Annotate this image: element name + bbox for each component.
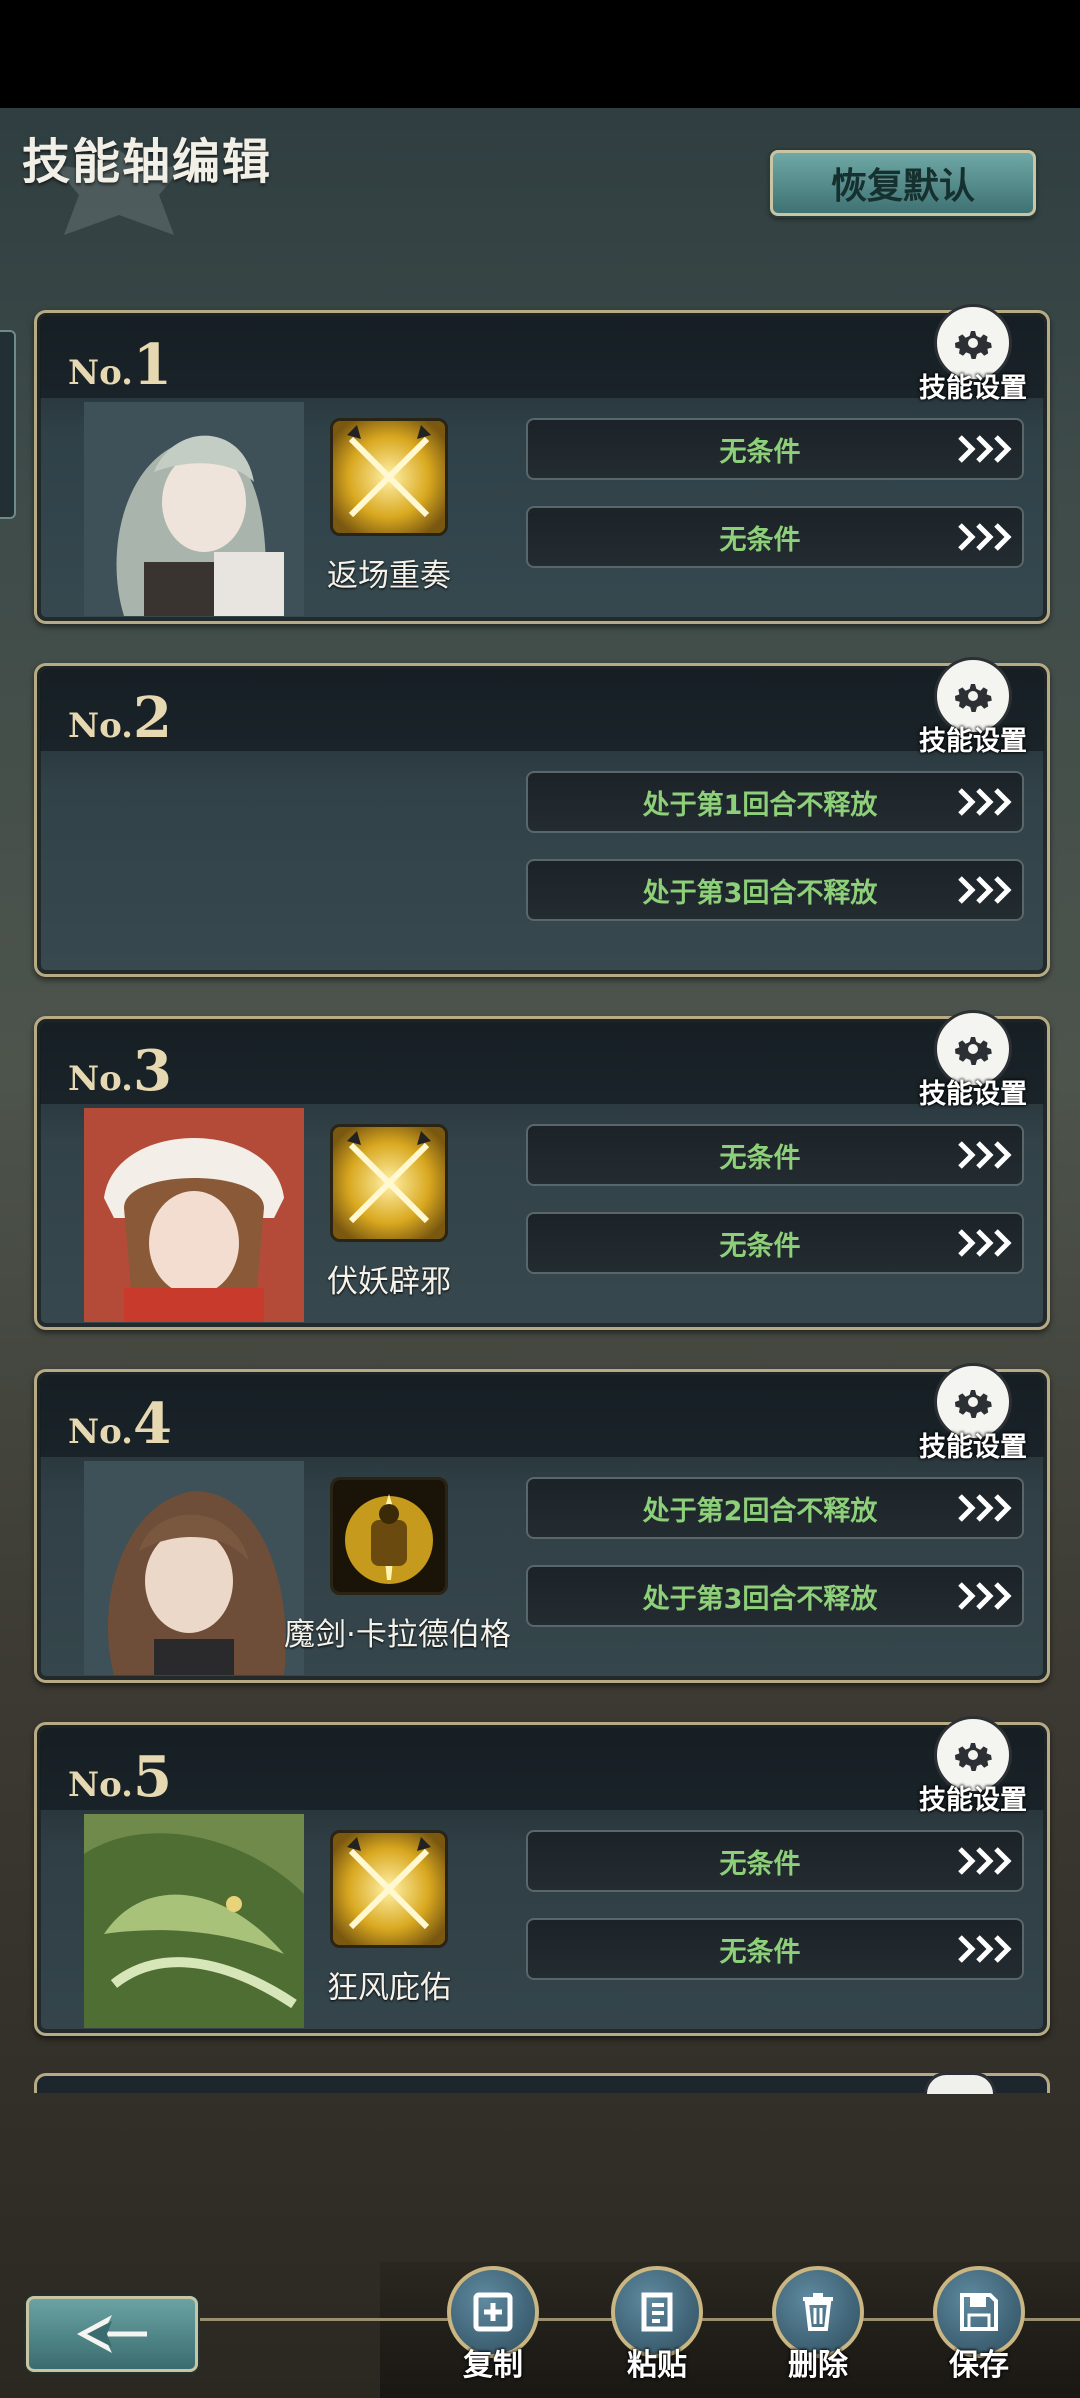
skill-icon[interactable] (330, 1477, 448, 1595)
gear-icon[interactable] (924, 2072, 996, 2094)
condition-slot-1[interactable]: 处于第2回合不释放 (526, 1477, 1024, 1539)
skill-card-4: No.4 技能设置 魔剑·卡拉德伯格 处于第2回合不释放 处于第3回合不释放 (34, 1363, 1050, 1683)
back-button[interactable] (26, 2296, 198, 2372)
condition-slot-1[interactable]: 无条件 (526, 1830, 1024, 1892)
skill-settings-button[interactable]: 技能设置 (918, 304, 1028, 404)
skill-settings-button[interactable]: 技能设置 (918, 1716, 1028, 1816)
skill-settings-button[interactable]: 技能设置 (918, 1363, 1028, 1463)
condition-slot-2[interactable]: 无条件 (526, 1212, 1024, 1274)
condition-slot-2[interactable]: 处于第3回合不释放 (526, 1565, 1024, 1627)
condition-slot-2[interactable]: 无条件 (526, 1918, 1024, 1980)
page-title: 技能轴编辑 (22, 134, 273, 190)
triple-chevron-icon (958, 1141, 1012, 1169)
skill-name: 返场重奏 (327, 558, 451, 594)
triple-chevron-icon (958, 1935, 1012, 1963)
back-arrow-icon (77, 2315, 147, 2353)
triple-chevron-icon (958, 1494, 1012, 1522)
character-portrait (84, 1108, 304, 1322)
skill-card-5: No.5 技能设置 狂风庇佑 无条件 无条件 (34, 1716, 1050, 2036)
skill-name: 伏妖辟邪 (327, 1264, 451, 1300)
triple-chevron-icon (958, 435, 1012, 463)
reset-default-button[interactable]: 恢复默认 (770, 150, 1036, 216)
delete-button[interactable]: 删除 (768, 2266, 868, 2398)
skill-icon[interactable] (330, 1830, 448, 1948)
skill-card-2: No.2 技能设置 处于第1回合不释放 处于第3回合不释放 (34, 657, 1050, 977)
skill-card-6-partial (34, 2073, 1050, 2093)
copy-button[interactable]: 复制 (443, 2266, 543, 2398)
triple-chevron-icon (958, 876, 1012, 904)
skill-name: 魔剑·卡拉德伯格 (284, 1617, 511, 1653)
paste-button[interactable]: 粘贴 (607, 2266, 707, 2398)
condition-slot-1[interactable]: 无条件 (526, 1124, 1024, 1186)
triple-chevron-icon (958, 1582, 1012, 1610)
skill-card-3: No.3 技能设置 伏妖辟邪 无条件 无条件 (34, 1010, 1050, 1330)
character-portrait (84, 402, 304, 616)
character-portrait (84, 1461, 304, 1675)
condition-slot-2[interactable]: 无条件 (526, 506, 1024, 568)
triple-chevron-icon (958, 523, 1012, 551)
condition-slot-1[interactable]: 处于第1回合不释放 (526, 771, 1024, 833)
card-number: No.1 (68, 332, 172, 398)
triple-chevron-icon (958, 788, 1012, 816)
triple-chevron-icon (958, 1847, 1012, 1875)
status-bar (0, 0, 1080, 108)
triple-chevron-icon (958, 1229, 1012, 1257)
card-number: No.5 (68, 1744, 172, 1810)
card-number: No.3 (68, 1038, 172, 1104)
skill-name: 狂风庇佑 (327, 1970, 451, 2006)
side-tab[interactable] (0, 330, 16, 519)
skill-settings-button[interactable]: 技能设置 (918, 657, 1028, 757)
character-portrait (84, 1814, 304, 2028)
skill-card-1: No.1 技能设置 返场重奏 无条件 无条件 (34, 304, 1050, 624)
condition-slot-1[interactable]: 无条件 (526, 418, 1024, 480)
card-number: No.2 (68, 685, 172, 751)
skill-icon[interactable] (330, 1124, 448, 1242)
skill-icon[interactable] (330, 418, 448, 536)
skill-settings-button[interactable]: 技能设置 (918, 1010, 1028, 1110)
card-number: No.4 (68, 1391, 172, 1457)
condition-slot-2[interactable]: 处于第3回合不释放 (526, 859, 1024, 921)
save-button[interactable]: 保存 (929, 2266, 1029, 2398)
